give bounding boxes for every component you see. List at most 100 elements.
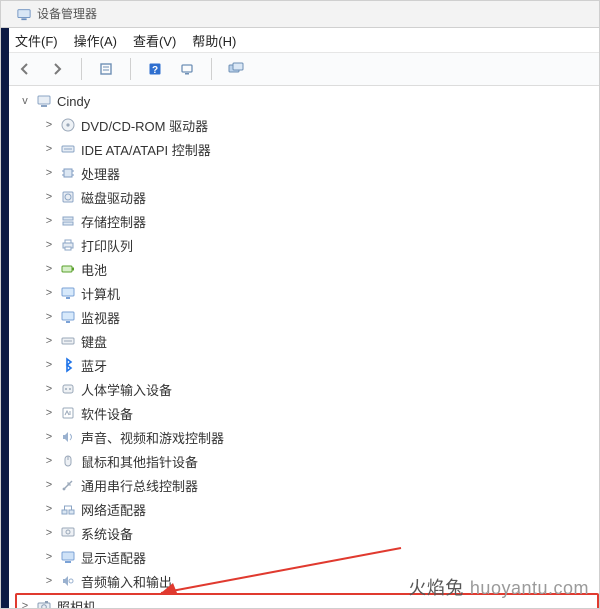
- tree-root[interactable]: v Cindy: [15, 89, 599, 113]
- expander-icon[interactable]: >: [43, 455, 55, 467]
- expander-icon[interactable]: >: [43, 167, 55, 179]
- toolbar-separator: [130, 58, 131, 80]
- tree-item-ide[interactable]: > IDE ATA/ATAPI 控制器: [15, 137, 599, 161]
- camera-icon: [35, 597, 53, 608]
- tree-item-display[interactable]: > 显示适配器: [15, 545, 599, 569]
- sound-icon: [59, 428, 77, 446]
- tree-item-monitor[interactable]: > 监视器: [15, 305, 599, 329]
- expander-icon[interactable]: >: [43, 527, 55, 539]
- tree-item-label: 处理器: [81, 164, 120, 183]
- mouse-icon: [59, 452, 77, 470]
- tree-item-hid[interactable]: > 人体学输入设备: [15, 377, 599, 401]
- tree-item-monitor[interactable]: >计算机: [15, 281, 599, 305]
- toolbar: ?: [1, 53, 599, 86]
- tree-item-label: 键盘: [81, 332, 107, 351]
- expander-icon[interactable]: >: [43, 383, 55, 395]
- tree-item-label: IDE ATA/ATAPI 控制器: [81, 140, 211, 159]
- expander-icon[interactable]: >: [43, 503, 55, 515]
- tree-item-mouse[interactable]: > 鼠标和其他指针设备: [15, 449, 599, 473]
- menu-view[interactable]: 查看(V): [133, 31, 176, 50]
- storage-icon: [59, 212, 77, 230]
- forward-button[interactable]: [45, 57, 69, 81]
- help-button[interactable]: ?: [143, 57, 167, 81]
- expander-icon[interactable]: >: [43, 431, 55, 443]
- expander-icon[interactable]: >: [43, 191, 55, 203]
- expander-icon[interactable]: >: [43, 479, 55, 491]
- tree-item-battery[interactable]: >电池: [15, 257, 599, 281]
- expander-icon[interactable]: >: [43, 119, 55, 131]
- tree-item-label: 通用串行总线控制器: [81, 476, 198, 495]
- bluetooth-icon: [59, 356, 77, 374]
- menu-help[interactable]: 帮助(H): [192, 31, 236, 50]
- tree-item-printer[interactable]: > 打印队列: [15, 233, 599, 257]
- menu-bar: 文件(F) 操作(A) 查看(V) 帮助(H): [1, 28, 599, 53]
- tree-item-label: 蓝牙: [81, 356, 107, 375]
- back-button[interactable]: [13, 57, 37, 81]
- properties-button[interactable]: [94, 57, 118, 81]
- ide-icon: [59, 140, 77, 158]
- expander-icon[interactable]: >: [43, 407, 55, 419]
- tree-item-label: 磁盘驱动器: [81, 188, 146, 207]
- display-icon: [59, 548, 77, 566]
- tree-item-sound[interactable]: > 声音、视频和游戏控制器: [15, 425, 599, 449]
- keyboard-icon: [59, 332, 77, 350]
- computer-icon: [35, 92, 53, 110]
- watermark-en: huoyantu.com: [470, 578, 589, 598]
- watermark: 火焰兔huoyantu.com: [408, 574, 589, 600]
- expander-icon[interactable]: >: [43, 575, 55, 587]
- tree-item-disc[interactable]: >DVD/CD-ROM 驱动器: [15, 113, 599, 137]
- tree-item-label: 鼠标和其他指针设备: [81, 452, 198, 471]
- tree-item-usb[interactable]: > 通用串行总线控制器: [15, 473, 599, 497]
- toolbar-separator: [81, 58, 82, 80]
- expander-icon[interactable]: >: [43, 287, 55, 299]
- hid-icon: [59, 380, 77, 398]
- monitor-icon: [59, 308, 77, 326]
- menu-action[interactable]: 操作(A): [74, 31, 117, 50]
- expander-icon[interactable]: >: [43, 239, 55, 251]
- left-frame-strip: [1, 1, 9, 608]
- tree-item-keyboard[interactable]: > 键盘: [15, 329, 599, 353]
- tree-item-label: 打印队列: [81, 236, 133, 255]
- expander-icon[interactable]: >: [43, 359, 55, 371]
- device-tree[interactable]: vCindy>DVD/CD-ROM 驱动器>IDE ATA/ATAPI 控制器>…: [9, 85, 599, 608]
- expander-icon[interactable]: >: [43, 215, 55, 227]
- scan-button[interactable]: [175, 57, 199, 81]
- monitor-icon: [59, 284, 77, 302]
- tree-item-label: 音频输入和输出: [81, 572, 172, 591]
- tree-item-disk[interactable]: > 磁盘驱动器: [15, 185, 599, 209]
- printer-icon: [59, 236, 77, 254]
- disc-icon: [59, 116, 77, 134]
- tree-item-label: 网络适配器: [81, 500, 146, 519]
- network-icon: [59, 500, 77, 518]
- expander-icon[interactable]: >: [19, 600, 31, 608]
- expander-icon[interactable]: >: [43, 335, 55, 347]
- svg-text:?: ?: [152, 65, 158, 76]
- expander-icon[interactable]: >: [43, 143, 55, 155]
- window-title: 设备管理器: [37, 1, 97, 27]
- tree-item-label: 人体学输入设备: [81, 380, 172, 399]
- system-icon: [59, 524, 77, 542]
- tree-item-software[interactable]: >软件设备: [15, 401, 599, 425]
- tree-item-label: 声音、视频和游戏控制器: [81, 428, 224, 447]
- tree-root-label: Cindy: [57, 94, 90, 109]
- view-mode-button[interactable]: [224, 57, 248, 81]
- tree-item-bluetooth[interactable]: > 蓝牙: [15, 353, 599, 377]
- title-bar: 设备管理器: [1, 1, 599, 28]
- expander-icon[interactable]: >: [43, 263, 55, 275]
- audio-icon: [59, 572, 77, 590]
- expander-icon[interactable]: >: [43, 311, 55, 323]
- battery-icon: [59, 260, 77, 278]
- usb-icon: [59, 476, 77, 494]
- app-icon: [17, 7, 31, 21]
- tree-item-label: 监视器: [81, 308, 120, 327]
- expander-icon[interactable]: >: [43, 551, 55, 563]
- expander-icon[interactable]: v: [19, 95, 31, 107]
- disk-icon: [59, 188, 77, 206]
- tree-item-system[interactable]: >系统设备: [15, 521, 599, 545]
- tree-item-cpu[interactable]: > 处理器: [15, 161, 599, 185]
- tree-item-label: 照相机: [57, 597, 96, 609]
- tree-item-network[interactable]: > 网络适配器: [15, 497, 599, 521]
- tree-item-label: 显示适配器: [81, 548, 146, 567]
- menu-file[interactable]: 文件(F): [15, 31, 58, 50]
- tree-item-storage[interactable]: >存储控制器: [15, 209, 599, 233]
